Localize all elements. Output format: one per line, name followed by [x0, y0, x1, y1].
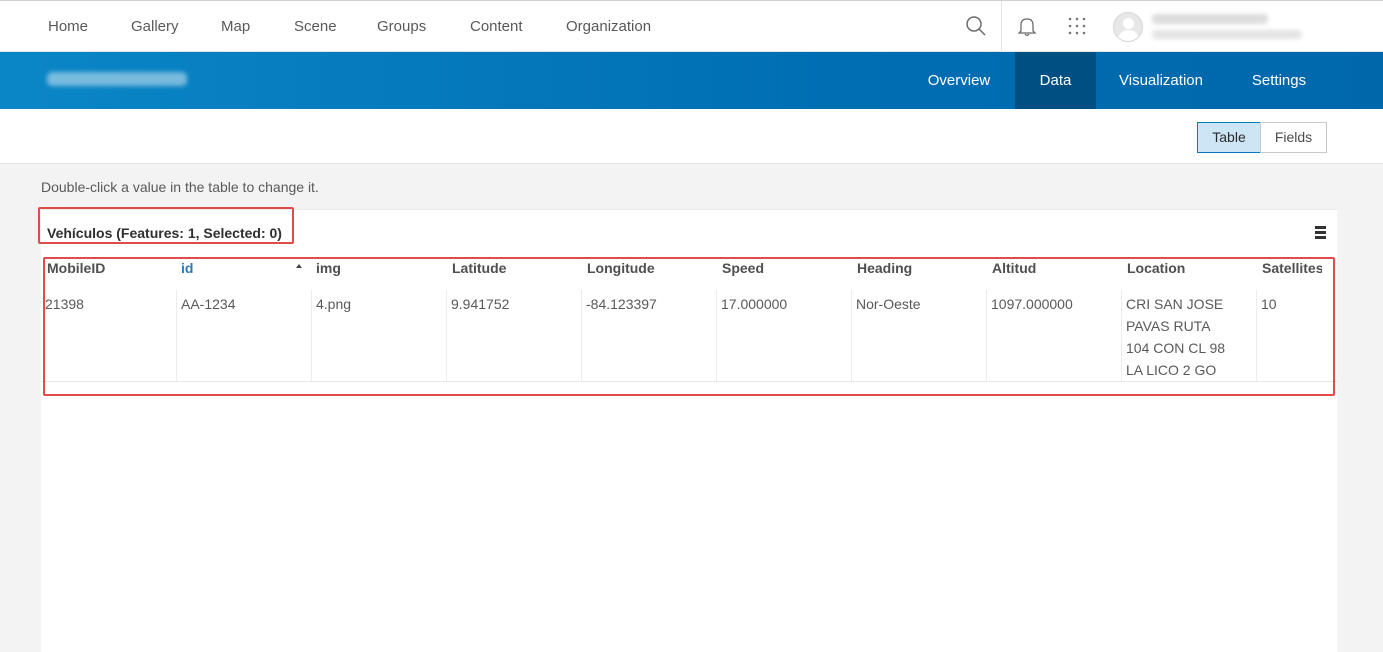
col-header-id[interactable]: id — [181, 260, 301, 276]
col-header-heading[interactable]: Heading — [857, 260, 982, 276]
cell-heading[interactable]: Nor-Oeste — [856, 293, 921, 315]
nav-home[interactable]: Home — [48, 18, 88, 35]
col-header-mobileid[interactable]: MobileID — [47, 260, 172, 276]
cell-img[interactable]: 4.png — [316, 293, 351, 315]
col-header-location[interactable]: Location — [1127, 260, 1252, 276]
table-row: 21398 AA-1234 4.png 9.941752 -84.123397 … — [41, 290, 1337, 382]
col-header-img[interactable]: img — [316, 260, 441, 276]
nav-groups[interactable]: Groups — [377, 18, 426, 35]
cell-altitud[interactable]: 1097.000000 — [991, 293, 1073, 315]
edit-hint: Double-click a value in the table to cha… — [41, 179, 319, 195]
nav-divider — [1001, 1, 1002, 53]
cell-latitude[interactable]: 9.941752 — [451, 293, 509, 315]
nav-map[interactable]: Map — [221, 18, 250, 35]
col-header-longitude[interactable]: Longitude — [587, 260, 712, 276]
nav-gallery[interactable]: Gallery — [131, 18, 179, 35]
nav-scene[interactable]: Scene — [294, 18, 337, 35]
table-view-button[interactable]: Table — [1197, 122, 1261, 153]
item-header: Overview Data Visualization Settings — [0, 52, 1383, 109]
nav-content[interactable]: Content — [470, 18, 523, 35]
table-panel: Vehículos (Features: 1, Selected: 0) Mob… — [41, 209, 1337, 652]
item-title-redacted — [47, 72, 187, 86]
table-header: MobileID id img Latitude Longitude Speed… — [41, 260, 1337, 290]
cell-mobileid[interactable]: 21398 — [45, 293, 84, 315]
cell-satellites[interactable]: 10 — [1261, 293, 1277, 315]
tab-overview[interactable]: Overview — [914, 52, 1004, 109]
table-title: Vehículos (Features: 1, Selected: 0) — [47, 225, 282, 241]
fields-view-button[interactable]: Fields — [1260, 122, 1327, 153]
col-header-speed[interactable]: Speed — [722, 260, 847, 276]
nav-organization[interactable]: Organization — [566, 18, 651, 35]
col-header-altitud[interactable]: Altitud — [992, 260, 1117, 276]
cell-location[interactable]: CRI SAN JOSE PAVAS RUTA 104 CON CL 98 LA… — [1126, 293, 1236, 381]
tab-data[interactable]: Data — [1015, 52, 1096, 109]
data-toolbar: Table Fields — [0, 109, 1383, 164]
menu-icon[interactable] — [1315, 226, 1327, 239]
tab-visualization[interactable]: Visualization — [1106, 52, 1216, 109]
cell-speed[interactable]: 17.000000 — [721, 293, 787, 315]
bell-icon[interactable] — [1014, 13, 1040, 39]
cell-id[interactable]: AA-1234 — [181, 293, 235, 315]
sort-ascending-icon — [296, 264, 302, 268]
tab-settings[interactable]: Settings — [1236, 52, 1322, 109]
top-navigation: Home Gallery Map Scene Groups Content Or… — [0, 0, 1383, 53]
col-header-satellites[interactable]: Satellites — [1262, 260, 1322, 276]
user-name-redacted[interactable] — [1152, 14, 1268, 24]
cell-longitude[interactable]: -84.123397 — [586, 293, 657, 315]
user-avatar[interactable] — [1113, 12, 1143, 42]
search-icon[interactable] — [963, 13, 989, 39]
user-org-redacted — [1152, 30, 1302, 39]
apps-grid-icon[interactable] — [1064, 13, 1090, 39]
col-header-latitude[interactable]: Latitude — [452, 260, 577, 276]
